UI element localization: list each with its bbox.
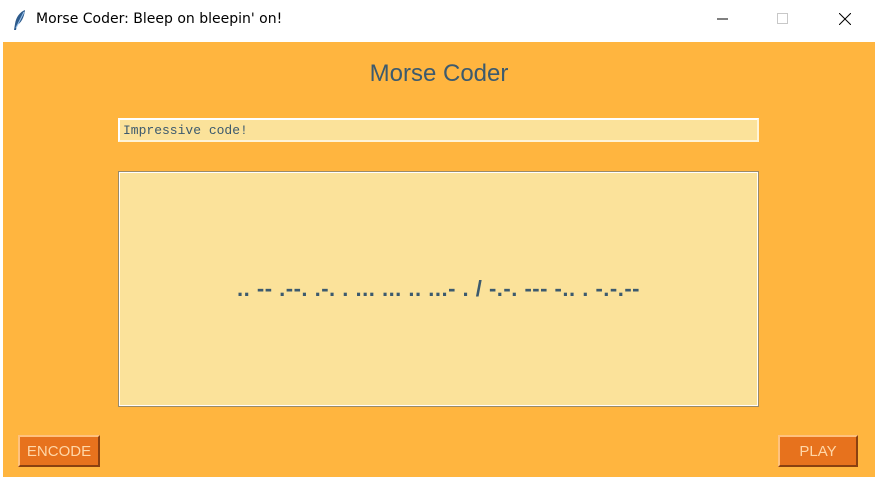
close-button[interactable] xyxy=(822,0,868,38)
minimize-icon xyxy=(717,18,728,20)
close-icon xyxy=(839,13,851,25)
maximize-icon xyxy=(777,13,788,24)
window-title: Morse Coder: Bleep on bleepin' on! xyxy=(36,11,283,27)
feather-icon xyxy=(12,9,28,31)
encode-button[interactable]: ENCODE xyxy=(18,435,100,467)
play-button[interactable]: PLAY xyxy=(778,435,858,467)
maximize-button[interactable] xyxy=(760,0,806,38)
minimize-button[interactable] xyxy=(700,0,746,38)
morse-output-text: .. -- .--. .-. . ... ... .. ...- . / -.-… xyxy=(237,276,640,301)
page-title: Morse Coder xyxy=(369,60,509,87)
window-titlebar[interactable]: Morse Coder: Bleep on bleepin' on! xyxy=(0,0,876,40)
message-input[interactable] xyxy=(118,118,759,142)
morse-output-box: .. -- .--. .-. . ... ... .. ...- . / -.-… xyxy=(118,171,759,407)
app-main: Morse Coder .. -- .--. .-. . ... ... .. … xyxy=(3,40,875,477)
